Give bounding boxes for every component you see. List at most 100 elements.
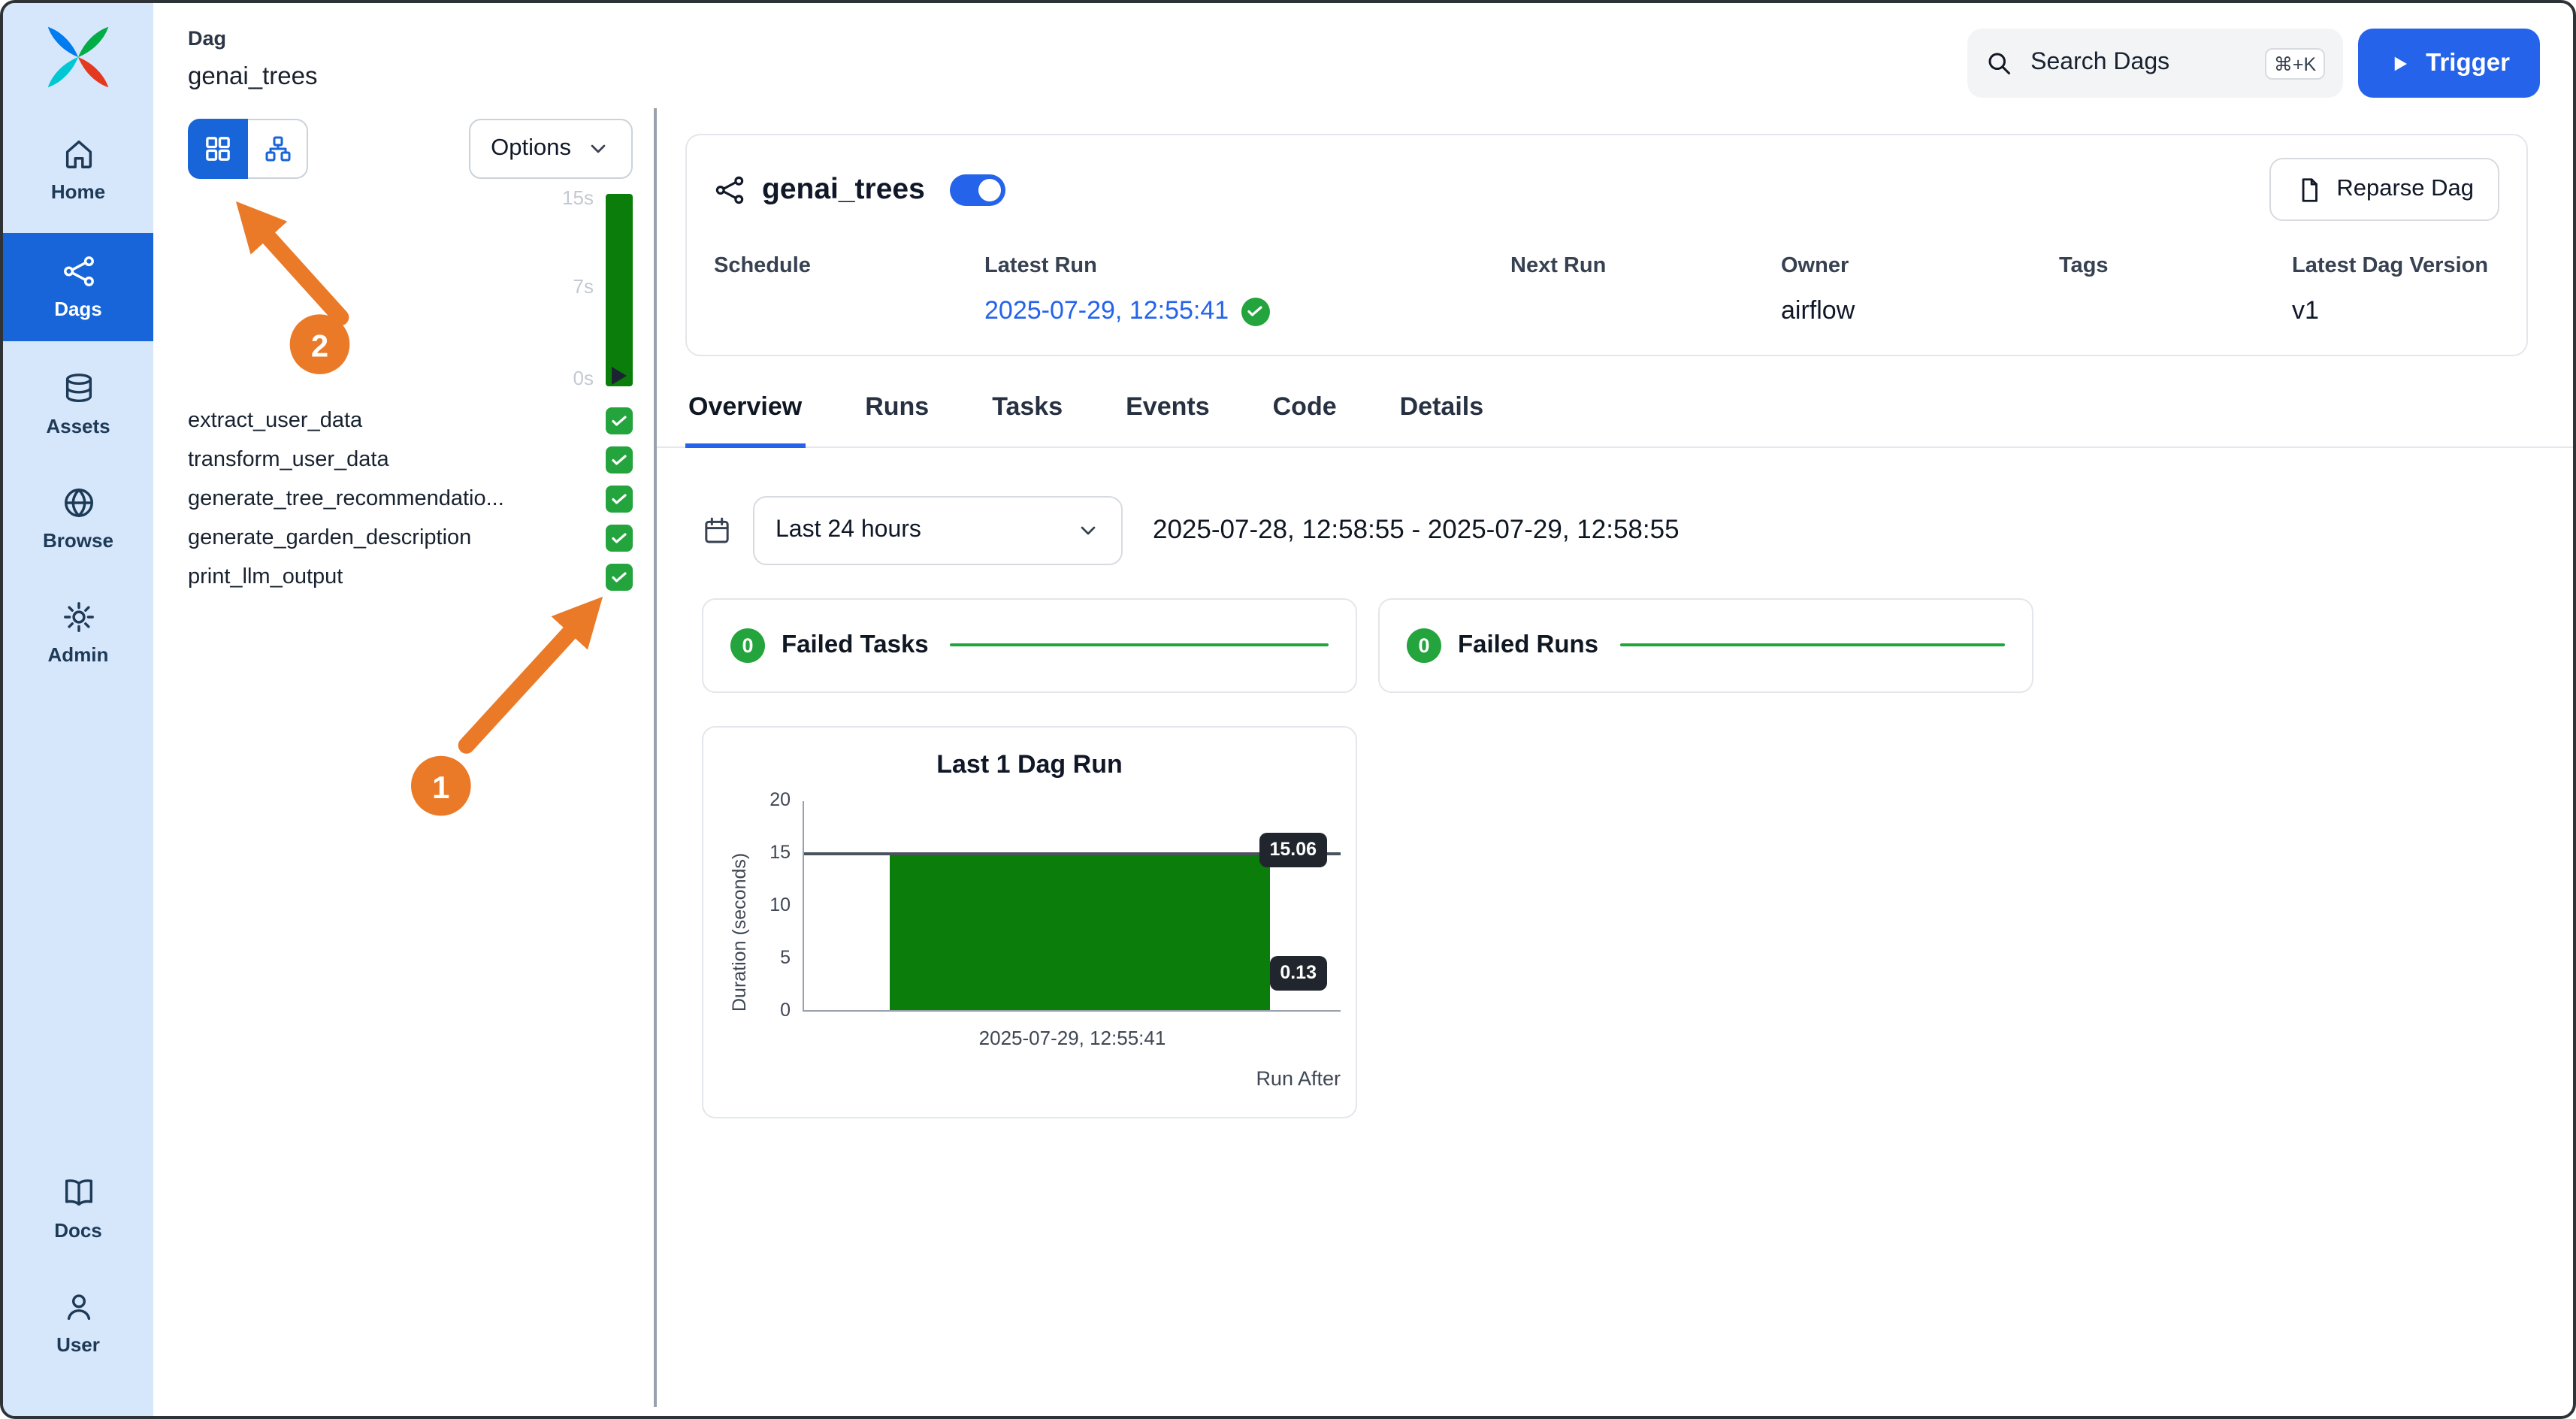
reparse-label: Reparse Dag [2336, 176, 2474, 203]
y-tick: 10 [739, 894, 791, 915]
failed-runs-card[interactable]: 0 Failed Runs [1378, 598, 2033, 692]
duration-tick: 15s [534, 186, 594, 209]
task-status-success[interactable] [606, 486, 633, 513]
dag-header-card: genai_trees Reparse Dag Schedule Latest … [685, 134, 2528, 356]
tab-events[interactable]: Events [1123, 389, 1213, 446]
airflow-logo-icon[interactable] [44, 23, 113, 92]
duration-tick: 7s [534, 275, 594, 298]
trigger-label: Trigger [2426, 49, 2510, 77]
run-duration-chart-bar[interactable] [890, 852, 1270, 1009]
dag-grid-panel: Dag genai_trees Options 15s 7s [153, 3, 655, 1416]
field-label: Tags [2059, 254, 2292, 278]
user-icon [61, 1290, 95, 1324]
tab-details[interactable]: Details [1397, 389, 1487, 446]
grid-view-button[interactable] [188, 119, 248, 179]
search-dags-box[interactable]: ⌘+K [1967, 29, 2343, 98]
trend-line [1619, 643, 2005, 647]
failed-tasks-card[interactable]: 0 Failed Tasks [702, 598, 1357, 692]
reparse-dag-button[interactable]: Reparse Dag [2269, 158, 2499, 221]
task-status-success[interactable] [606, 446, 633, 474]
task-status-success[interactable] [606, 407, 633, 434]
sidebar-item-admin[interactable]: Admin [3, 582, 153, 684]
stats-row: 0 Failed Tasks 0 Failed Runs [702, 598, 2573, 692]
dags-icon [61, 254, 95, 289]
field-latest-dag-version: Latest Dag Version v1 [2292, 254, 2499, 328]
sidebar-item-assets[interactable]: Assets [3, 353, 153, 455]
chart-x-axis-label: Run After [1256, 1067, 1341, 1089]
field-value: v1 [2292, 295, 2499, 328]
failed-runs-label: Failed Runs [1458, 631, 1598, 659]
failed-runs-count-badge: 0 [1407, 628, 1441, 662]
field-tags: Tags [2059, 254, 2292, 328]
tab-tasks[interactable]: Tasks [989, 389, 1066, 446]
sidebar-item-browse[interactable]: Browse [3, 467, 153, 570]
time-range-select[interactable]: Last 24 hours [753, 495, 1123, 564]
sidebar-item-home[interactable]: Home [3, 119, 153, 221]
play-icon [2388, 52, 2411, 74]
field-schedule: Schedule [714, 254, 984, 328]
panel-kicker: Dag [153, 27, 655, 50]
field-latest-run: Latest Run 2025-07-29, 12:55:41 [984, 254, 1510, 328]
latest-run-link[interactable]: 2025-07-29, 12:55:41 [984, 296, 1229, 326]
tab-code[interactable]: Code [1270, 389, 1340, 446]
tab-overview[interactable]: Overview [685, 389, 805, 448]
chevron-down-icon [586, 137, 610, 161]
main-content: ⌘+K Trigger genai_trees [655, 3, 2573, 1416]
task-status-success[interactable] [606, 564, 633, 591]
gear-icon [61, 600, 95, 634]
sidebar-item-dags[interactable]: Dags [3, 233, 153, 341]
y-tick: 0 [739, 999, 791, 1020]
task-row[interactable]: extract_user_data [153, 401, 655, 440]
overview-panel: Last 24 hours 2025-07-28, 12:58:55 - 202… [655, 447, 2573, 1118]
failed-tasks-label: Failed Tasks [782, 631, 929, 659]
duration-tick: 0s [534, 367, 594, 389]
time-range-text: 2025-07-28, 12:58:55 - 2025-07-29, 12:58… [1153, 514, 1680, 546]
sidebar: Home Dags Assets Browse [3, 3, 153, 1416]
sidebar-nav-bottom: Docs User [3, 1157, 153, 1416]
airflow-app: Home Dags Assets Browse [0, 0, 2576, 1419]
check-icon [610, 412, 628, 430]
field-value [1510, 295, 1781, 328]
y-tick: 15 [739, 841, 791, 862]
document-refresh-icon [2294, 175, 2323, 204]
field-next-run: Next Run [1510, 254, 1781, 328]
toggle-knob [979, 178, 1002, 201]
tab-runs[interactable]: Runs [862, 389, 932, 446]
task-row[interactable]: print_llm_output [153, 558, 655, 597]
field-value [714, 295, 984, 328]
field-label: Next Run [1510, 254, 1781, 278]
sidebar-item-user[interactable]: User [3, 1272, 153, 1374]
run-success-check-icon [1241, 297, 1269, 325]
dag-tabs: Overview Runs Tasks Events Code Details [655, 389, 2573, 447]
field-label: Latest Run [984, 254, 1510, 278]
task-row[interactable]: generate_garden_description [153, 519, 655, 558]
task-status-success[interactable] [606, 525, 633, 552]
task-name[interactable]: extract_user_data [188, 409, 606, 433]
task-name[interactable]: print_llm_output [188, 565, 606, 589]
task-name[interactable]: transform_user_data [188, 448, 606, 472]
grid-controls: Options [153, 119, 655, 179]
search-input[interactable] [2027, 48, 2250, 78]
task-row[interactable]: generate_tree_recommendatio... [153, 480, 655, 519]
y-tick: 20 [739, 788, 791, 809]
graph-view-button[interactable] [248, 119, 308, 179]
run-duration-bar[interactable] [606, 194, 633, 386]
task-row[interactable]: transform_user_data [153, 440, 655, 480]
task-name[interactable]: generate_garden_description [188, 526, 606, 550]
task-name[interactable]: generate_tree_recommendatio... [188, 487, 606, 511]
field-label: Schedule [714, 254, 984, 278]
dag-title: genai_trees [762, 172, 925, 207]
calendar-icon [702, 515, 732, 545]
sidebar-item-docs[interactable]: Docs [3, 1157, 153, 1260]
docs-book-icon [61, 1175, 95, 1210]
sidebar-nav: Home Dags Assets Browse [3, 119, 153, 696]
dag-pause-toggle[interactable] [951, 174, 1006, 205]
chart-plot-area: Duration (seconds) 20 15 10 5 0 15.06 0.… [803, 800, 1341, 1011]
chevron-down-icon [1076, 518, 1100, 542]
dag-run-chart-card: Last 1 Dag Run Duration (seconds) 20 15 … [702, 725, 1357, 1118]
field-label: Owner [1781, 254, 2059, 278]
check-icon [610, 529, 628, 547]
time-range-value: Last 24 hours [776, 516, 921, 543]
options-dropdown[interactable]: Options [468, 119, 633, 179]
trigger-dag-button[interactable]: Trigger [2358, 29, 2540, 98]
